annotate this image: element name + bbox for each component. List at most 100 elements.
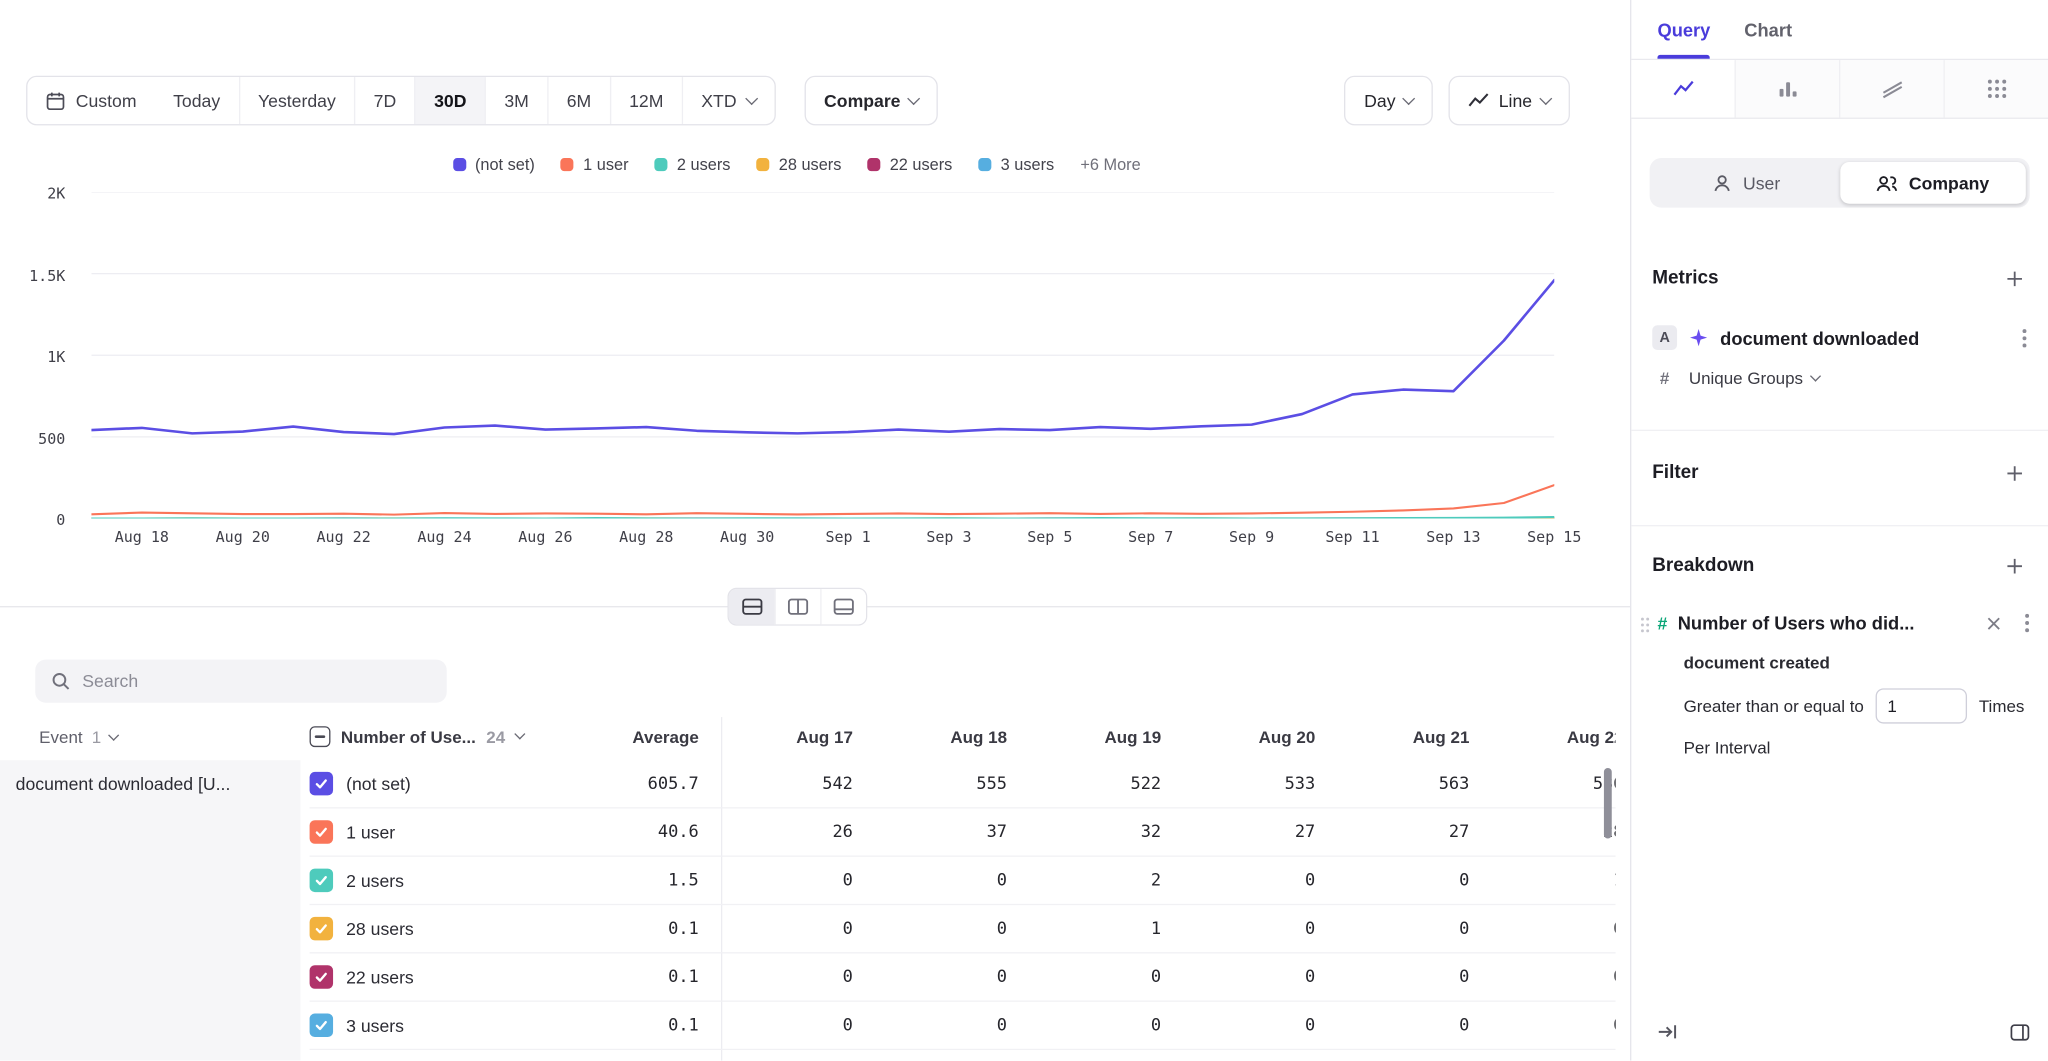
aggregation-dropdown[interactable]: Unique Groups (1689, 368, 1820, 388)
cell-value: 555 (853, 774, 1007, 794)
metric-item[interactable]: A document downloaded # Unique Groups (1631, 325, 2048, 388)
aggregation-label: Unique Groups (1689, 368, 1803, 388)
bar-chart-icon[interactable] (1735, 60, 1839, 117)
flow-chart-icon[interactable] (1839, 60, 1943, 117)
sparkle-icon (1689, 328, 1709, 348)
cell-value: 0 (1315, 967, 1469, 987)
breakdown-per-interval[interactable]: Per Interval (1631, 738, 2029, 758)
range-preset-today[interactable]: Today (155, 77, 239, 124)
cell-value: 0 (1161, 919, 1315, 939)
range-preset-yesterday[interactable]: Yesterday (238, 77, 354, 124)
legend-item[interactable]: (not set) (453, 155, 535, 173)
kebab-icon[interactable] (2024, 613, 2029, 634)
filter-title: Filter (1652, 462, 1698, 483)
metric-letter-badge: A (1652, 325, 1677, 350)
series-count: 24 (486, 727, 505, 747)
cell-value: 1 (1469, 871, 1615, 891)
line-chart[interactable] (91, 192, 1554, 519)
legend-swatch (561, 158, 574, 171)
series-checkbox[interactable] (310, 917, 334, 941)
legend-label: 3 users (1001, 155, 1055, 173)
breakdown-value-input[interactable] (1876, 688, 1967, 723)
chevron-down-icon (1403, 91, 1416, 104)
range-preset-30d[interactable]: 30D (415, 77, 485, 124)
legend-item[interactable]: 1 user (561, 155, 629, 173)
collapse-panel-icon[interactable] (1657, 1023, 1678, 1041)
series-checkbox[interactable] (310, 772, 334, 796)
add-metric-button[interactable] (2001, 265, 2027, 291)
compare-label: Compare (824, 91, 900, 111)
breakdown-property-name[interactable]: Number of Users who did... (1678, 613, 1915, 634)
date-column-header: Aug 22 (1469, 728, 1615, 748)
series-checkbox[interactable] (310, 869, 334, 893)
x-axis-labels: Aug 18Aug 20Aug 22Aug 24Aug 26Aug 28Aug … (91, 528, 1554, 549)
xtd-button[interactable]: XTD (682, 77, 775, 124)
tab-query[interactable]: Query (1657, 0, 1710, 59)
chart-style-button[interactable]: Line (1449, 76, 1570, 126)
compare-button[interactable]: Compare (804, 76, 938, 126)
cell-value: 0 (699, 919, 853, 939)
series-column-header[interactable]: Number of Use... 24 (310, 726, 524, 747)
chart-style-label: Line (1499, 91, 1532, 111)
legend-item[interactable]: 3 users (978, 155, 1054, 173)
add-breakdown-button[interactable] (2001, 552, 2027, 578)
scope-user-button[interactable]: User (1654, 162, 1840, 204)
cell-value: 26 (699, 822, 853, 842)
cell-value: 563 (1315, 774, 1469, 794)
legend-label: 1 user (583, 155, 628, 173)
cell-value: 0 (1007, 1016, 1161, 1036)
split-horizontal-icon[interactable] (729, 589, 775, 624)
bottom-panel-icon[interactable] (820, 589, 866, 624)
legend-item[interactable]: 2 users (655, 155, 731, 173)
granularity-button[interactable]: Day (1345, 76, 1434, 126)
close-icon[interactable] (1987, 616, 2001, 630)
cell-value: 533 (1161, 774, 1315, 794)
cell-value: 0 (853, 871, 1007, 891)
grid-dots-icon[interactable] (1944, 60, 2048, 117)
chart-type-tabs (1631, 60, 2048, 119)
add-filter-button[interactable] (2001, 460, 2027, 486)
chevron-down-icon (109, 729, 120, 740)
cell-value: 542 (699, 774, 853, 794)
section-divider (1631, 525, 2048, 526)
scope-company-button[interactable]: Company (1840, 162, 2026, 204)
search-box[interactable] (35, 660, 446, 703)
breakdown-condition-label[interactable]: Greater than or equal to (1684, 696, 1864, 716)
breakdown-event-name[interactable]: document created (1631, 653, 2029, 673)
scope-user-label: User (1743, 173, 1780, 193)
kebab-icon[interactable] (2022, 327, 2027, 348)
custom-range-button[interactable]: Custom (27, 77, 154, 124)
select-all-checkbox[interactable] (310, 726, 331, 747)
drag-handle-icon[interactable] (1640, 616, 1649, 633)
chevron-down-icon (514, 728, 525, 739)
sidebar-icon[interactable] (2010, 1023, 2030, 1040)
range-preset-12m[interactable]: 12M (610, 77, 682, 124)
legend-label: 22 users (890, 155, 953, 173)
legend-more[interactable]: +6 More (1080, 155, 1140, 173)
range-preset-6m[interactable]: 6M (547, 77, 609, 124)
cell-value: 0 (699, 871, 853, 891)
table-scrollbar[interactable] (1604, 768, 1612, 839)
tab-chart[interactable]: Chart (1744, 0, 1792, 59)
event-column-header[interactable]: Event 1 (39, 728, 118, 748)
legend-item[interactable]: 28 users (757, 155, 842, 173)
event-name-cell[interactable]: document downloaded [U... (0, 760, 300, 1060)
cell-value: 0 (853, 1016, 1007, 1036)
breakdown-unit-label: Times (1979, 696, 2025, 716)
line-chart-icon[interactable] (1631, 60, 1734, 117)
series-checkbox[interactable] (310, 965, 334, 989)
range-preset-7d[interactable]: 7D (354, 77, 414, 124)
cell-value: 0 (1007, 967, 1161, 987)
xtd-label: XTD (701, 91, 736, 111)
range-preset-3m[interactable]: 3M (485, 77, 547, 124)
section-divider (1631, 430, 2048, 431)
breakdown-section-header: Breakdown (1631, 552, 2048, 578)
cell-value: 0 (853, 919, 1007, 939)
series-checkbox[interactable] (310, 1014, 334, 1038)
table-row: 1 user40.6263732272728 (310, 808, 1616, 856)
series-checkbox[interactable] (310, 820, 334, 844)
split-vertical-icon[interactable] (775, 589, 821, 624)
cell-value: 37 (853, 822, 1007, 842)
search-input[interactable] (82, 671, 431, 691)
legend-item[interactable]: 22 users (868, 155, 953, 173)
